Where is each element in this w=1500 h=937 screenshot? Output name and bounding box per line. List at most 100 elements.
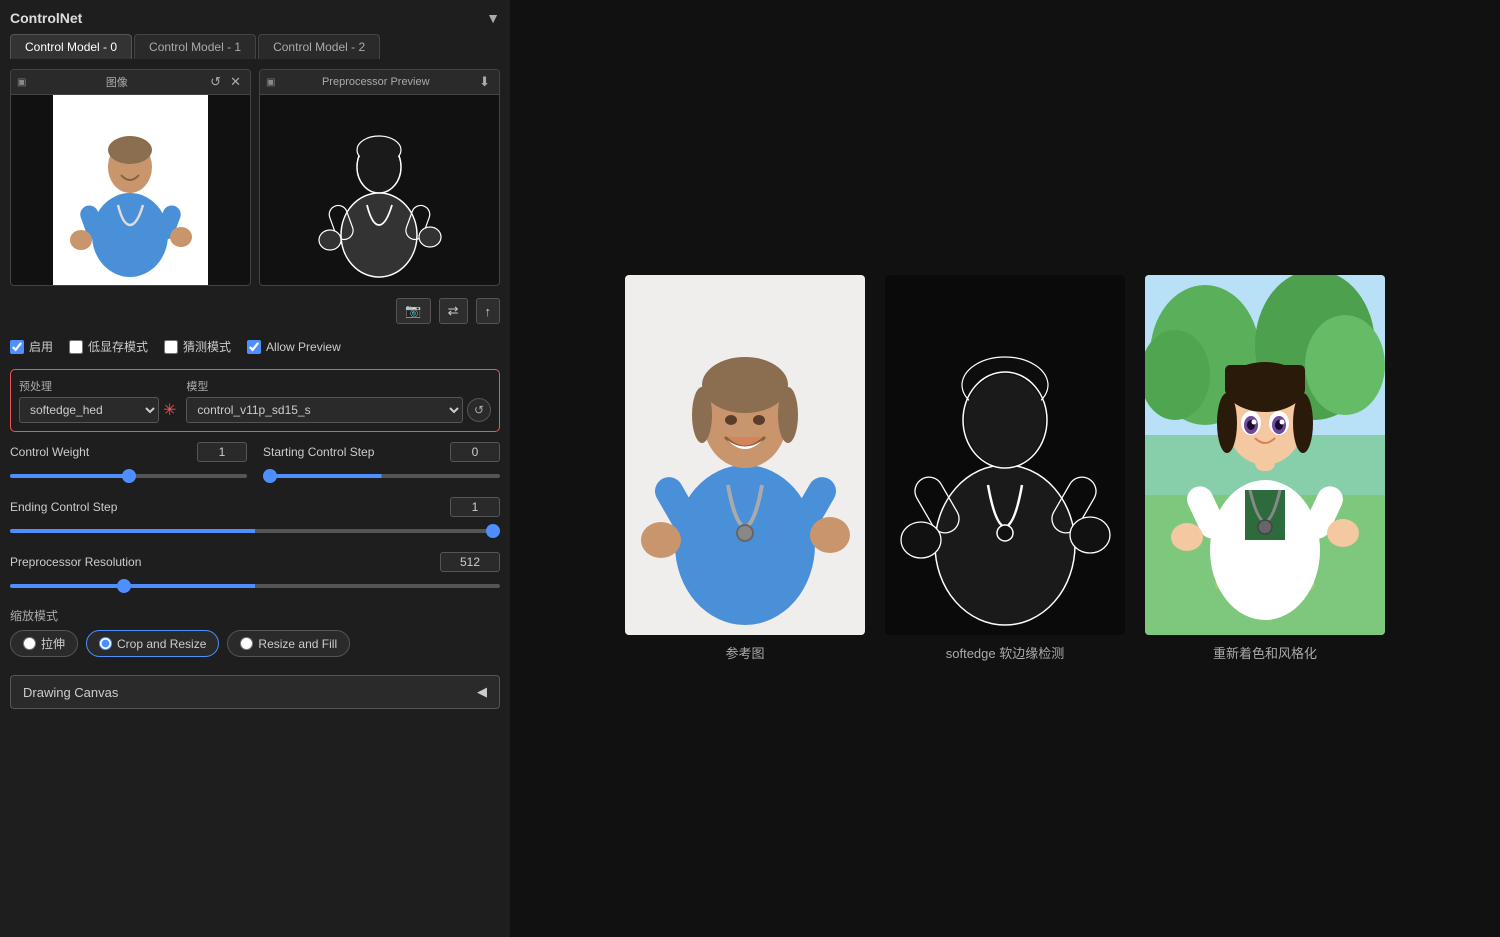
preview-image-content xyxy=(260,95,499,285)
model-label: 模型 xyxy=(186,378,491,394)
input-image-box: ▣ 图像 ↺ ✕ xyxy=(10,69,251,286)
drawing-canvas-arrow: ◀ xyxy=(477,684,487,700)
low-vram-checkbox[interactable] xyxy=(69,340,83,354)
zoom-section: 缩放模式 拉伸 Crop and Resize Resize and Fill xyxy=(10,607,500,657)
zoom-crop-label: Crop and Resize xyxy=(117,637,206,651)
preprocessor-model-section: 预处理 softedge_hed none canny depth openpo… xyxy=(10,369,500,432)
ending-step-section: Ending Control Step xyxy=(10,497,500,536)
starting-step-slider[interactable] xyxy=(263,474,500,478)
guess-mode-checkbox[interactable] xyxy=(164,340,178,354)
drawing-canvas-label: Drawing Canvas xyxy=(23,685,118,700)
model-field-group: 模型 control_v11p_sd15_s none control_v11p… xyxy=(186,378,491,423)
zoom-radio-group: 拉伸 Crop and Resize Resize and Fill xyxy=(10,630,500,657)
download-icon[interactable]: ⬇ xyxy=(476,73,493,91)
control-weight-header: Control Weight xyxy=(10,442,247,462)
result-img-anime xyxy=(1145,275,1385,635)
toolbar-row: 📷 ⇄ ↑ xyxy=(10,294,500,328)
ending-step-header: Ending Control Step xyxy=(10,497,500,517)
camera-button[interactable]: 📷 xyxy=(396,298,430,324)
close-icon[interactable]: ✕ xyxy=(227,73,244,91)
two-col-sliders: Control Weight Starting Control Step xyxy=(10,442,500,489)
swap-button[interactable]: ⇄ xyxy=(439,298,468,324)
result-card-anime: 重新着色和风格化 xyxy=(1145,275,1385,662)
control-weight-slider[interactable] xyxy=(10,474,247,478)
preview-image-label: Preprocessor Preview xyxy=(322,76,430,88)
zoom-fill-radio[interactable] xyxy=(240,637,253,650)
starting-step-value[interactable] xyxy=(450,442,500,462)
preprocessor-select[interactable]: softedge_hed none canny depth openpose xyxy=(19,397,159,423)
ending-step-value[interactable] xyxy=(450,497,500,517)
low-vram-checkbox-item[interactable]: 低显存模式 xyxy=(69,338,148,355)
star-icon: ✳ xyxy=(163,400,176,420)
left-panel: ControlNet ▼ Control Model - 0 Control M… xyxy=(0,0,510,937)
preview-image-header: ▣ Preprocessor Preview ⬇ xyxy=(260,70,499,95)
model-refresh-button[interactable]: ↺ xyxy=(467,398,491,422)
result-card-edge: softedge 软边缘检测 xyxy=(885,275,1125,662)
panel-title: ControlNet xyxy=(10,10,82,26)
zoom-crop-radio[interactable] xyxy=(99,637,112,650)
model-row: control_v11p_sd15_s none control_v11p_sd… xyxy=(186,397,491,423)
zoom-stretch-radio[interactable] xyxy=(23,637,36,650)
model-select[interactable]: control_v11p_sd15_s none control_v11p_sd… xyxy=(186,397,463,423)
result-edge-svg xyxy=(885,275,1125,635)
starting-step-section: Starting Control Step xyxy=(263,442,500,481)
result-nurse-svg xyxy=(625,275,865,635)
zoom-crop-resize-item[interactable]: Crop and Resize xyxy=(86,630,219,657)
ending-step-slider[interactable] xyxy=(10,529,500,533)
preproc-res-label: Preprocessor Resolution xyxy=(10,555,141,569)
control-weight-section: Control Weight xyxy=(10,442,247,481)
tab-control-model-2[interactable]: Control Model - 2 xyxy=(258,34,380,59)
allow-preview-label: Allow Preview xyxy=(266,340,341,354)
allow-preview-checkbox-item[interactable]: Allow Preview xyxy=(247,340,341,354)
nurse-photo-svg xyxy=(53,95,208,285)
zoom-label: 缩放模式 xyxy=(10,607,500,624)
result-label-anime: 重新着色和风格化 xyxy=(1213,643,1317,662)
preproc-res-header: Preprocessor Resolution xyxy=(10,552,500,572)
zoom-fill-label: Resize and Fill xyxy=(258,637,337,651)
result-img-edge xyxy=(885,275,1125,635)
starting-step-header: Starting Control Step xyxy=(263,442,500,462)
enable-label: 启用 xyxy=(29,338,53,355)
result-label-edge: softedge 软边缘检测 xyxy=(946,643,1065,662)
allow-preview-checkbox[interactable] xyxy=(247,340,261,354)
result-anime-svg xyxy=(1145,275,1385,635)
input-image-label: 图像 xyxy=(106,74,128,90)
enable-checkbox[interactable] xyxy=(10,340,24,354)
tab-control-model-1[interactable]: Control Model - 1 xyxy=(134,34,256,59)
preproc-res-section: Preprocessor Resolution xyxy=(10,552,500,591)
preprocessor-preview-box: ▣ Preprocessor Preview ⬇ xyxy=(259,69,500,286)
image-row: ▣ 图像 ↺ ✕ xyxy=(10,69,500,286)
tab-control-model-0[interactable]: Control Model - 0 xyxy=(10,34,132,59)
input-image-header: ▣ 图像 ↺ ✕ xyxy=(11,70,250,95)
zoom-resize-fill-item[interactable]: Resize and Fill xyxy=(227,630,350,657)
refresh-icon[interactable]: ↺ xyxy=(207,73,224,91)
starting-step-label: Starting Control Step xyxy=(263,445,374,459)
low-vram-label: 低显存模式 xyxy=(88,338,148,355)
preprocessor-label: 预处理 xyxy=(19,378,176,394)
guess-mode-label: 猜测模式 xyxy=(183,338,231,355)
zoom-stretch-item[interactable]: 拉伸 xyxy=(10,630,78,657)
preprocessor-row: softedge_hed none canny depth openpose ✳ xyxy=(19,397,176,423)
result-label-reference: 参考图 xyxy=(725,643,764,662)
preproc-res-value[interactable] xyxy=(440,552,500,572)
enable-checkbox-item[interactable]: 启用 xyxy=(10,338,53,355)
drawing-canvas-row[interactable]: Drawing Canvas ◀ xyxy=(10,675,500,709)
preproc-model-row: 预处理 softedge_hed none canny depth openpo… xyxy=(19,378,491,423)
checkboxes-row: 启用 低显存模式 猜测模式 Allow Preview xyxy=(10,334,500,359)
ending-step-label: Ending Control Step xyxy=(10,500,117,514)
control-weight-label: Control Weight xyxy=(10,445,89,459)
tabs-row: Control Model - 0 Control Model - 1 Cont… xyxy=(10,34,500,59)
input-image-content[interactable] xyxy=(11,95,250,285)
panel-header: ControlNet ▼ xyxy=(10,10,500,26)
preproc-res-slider[interactable] xyxy=(10,584,500,588)
control-weight-value[interactable] xyxy=(197,442,247,462)
panel-collapse-arrow[interactable]: ▼ xyxy=(486,10,500,26)
preprocessor-field-group: 预处理 softedge_hed none canny depth openpo… xyxy=(19,378,176,423)
right-panel: 参考图 xyxy=(510,0,1500,937)
guess-mode-checkbox-item[interactable]: 猜测模式 xyxy=(164,338,231,355)
edge-preview-svg xyxy=(302,95,457,285)
result-img-reference xyxy=(625,275,865,635)
zoom-stretch-label: 拉伸 xyxy=(41,635,65,652)
result-card-reference: 参考图 xyxy=(625,275,865,662)
upload-button[interactable]: ↑ xyxy=(476,298,501,324)
